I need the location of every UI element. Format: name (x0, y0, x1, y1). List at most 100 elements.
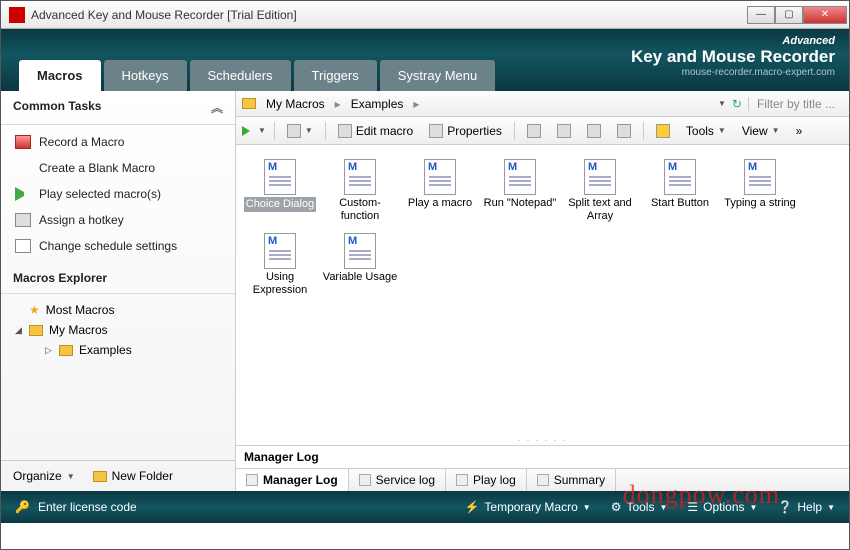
file-item[interactable]: Using Expression (240, 229, 320, 301)
status-help-menu[interactable]: ❔Help▼ (777, 500, 835, 514)
sidebar-footer: Organize ▼ New Folder (1, 460, 235, 491)
temporary-macro-menu[interactable]: ⚡Temporary Macro▼ (464, 500, 590, 514)
play-dropdown[interactable]: ▼ (258, 126, 266, 135)
tree-most-macros[interactable]: ★Most Macros (1, 300, 235, 320)
tree-my-macros[interactable]: ◢My Macros (1, 320, 235, 340)
gear-icon: ⚙ (611, 500, 622, 514)
file-grid: Choice Dialog Custom-function Play a mac… (236, 145, 849, 431)
tab-schedulers[interactable]: Schedulers (190, 60, 291, 91)
macro-file-icon (664, 159, 696, 195)
breadcrumb-dropdown[interactable]: ▼ (718, 99, 726, 108)
tb-icon-3[interactable] (583, 122, 605, 140)
caret-right-icon: ▷ (45, 345, 53, 356)
brand-line2: Key and Mouse Recorder (631, 47, 835, 67)
log-tabs: Manager Log Service log Play log Summary (236, 468, 849, 491)
log-icon (246, 474, 258, 486)
minimize-button[interactable]: — (747, 6, 775, 24)
task-hotkey[interactable]: Assign a hotkey (1, 207, 235, 233)
breadcrumb-root[interactable]: My Macros (260, 95, 331, 113)
content-toolbar: ▼ ▼ Edit macro Properties Tools ▼ View ▼… (236, 117, 849, 145)
edit-macro-button[interactable]: Edit macro (334, 122, 417, 140)
tab-hotkeys[interactable]: Hotkeys (104, 60, 187, 91)
macros-tree: ★Most Macros ◢My Macros ▷Examples (1, 294, 235, 460)
chevron-right-icon: ▸ (413, 97, 419, 111)
enter-license-button[interactable]: 🔑 Enter license code (15, 500, 137, 514)
file-item[interactable]: Play a macro (400, 155, 480, 227)
maximize-button[interactable]: ▢ (775, 6, 803, 24)
log-header: Manager Log (236, 446, 849, 468)
file-item[interactable]: Custom-function (320, 155, 400, 227)
caret-down-icon: ◢ (15, 325, 23, 336)
file-item[interactable]: Start Button (640, 155, 720, 227)
task-schedule[interactable]: Change schedule settings (1, 233, 235, 259)
new-macro-button[interactable]: ▼ (283, 122, 317, 140)
macro-file-icon (264, 159, 296, 195)
log-panel: Manager Log Manager Log Service log Play… (236, 445, 849, 491)
file-item[interactable]: Split text and Array (560, 155, 640, 227)
new-folder-button[interactable]: New Folder (93, 469, 173, 483)
file-item[interactable]: Run "Notepad" (480, 155, 560, 227)
status-options-menu[interactable]: ☰Options▼ (687, 500, 757, 514)
titlebar: Advanced Key and Mouse Recorder [Trial E… (1, 1, 849, 29)
organize-button[interactable]: Organize ▼ (13, 469, 75, 483)
help-icon: ❔ (777, 500, 792, 514)
tb-icon-1[interactable] (523, 122, 545, 140)
tools-menu[interactable]: Tools ▼ (682, 122, 730, 140)
file-item[interactable]: Choice Dialog (240, 155, 320, 227)
sidebar: Common Tasks ︽ Record a Macro Create a B… (1, 91, 236, 491)
brand-line1: Advanced (631, 35, 835, 47)
log-tab-summary[interactable]: Summary (527, 469, 616, 491)
status-bar: 🔑 Enter license code ⚡Temporary Macro▼ ⚙… (1, 491, 849, 523)
tree-examples[interactable]: ▷Examples (1, 340, 235, 360)
properties-icon (429, 124, 443, 138)
properties-button[interactable]: Properties (425, 122, 506, 140)
window-buttons: — ▢ ✕ (747, 6, 847, 24)
file-item[interactable]: Variable Usage (320, 229, 400, 301)
macro-file-icon (264, 233, 296, 269)
macros-explorer-header[interactable]: Macros Explorer (1, 263, 235, 294)
brand-block: Advanced Key and Mouse Recorder mouse-re… (631, 35, 835, 78)
folder-icon (242, 98, 256, 109)
resize-handle[interactable]: . . . . . . (236, 431, 849, 445)
macro-file-icon (744, 159, 776, 195)
key-icon: 🔑 (15, 500, 30, 514)
play-button[interactable] (242, 126, 250, 136)
log-tab-manager[interactable]: Manager Log (236, 469, 349, 491)
filter-input[interactable]: Filter by title ... (748, 97, 843, 111)
star-icon: ★ (29, 303, 40, 317)
collapse-icon: ︽ (211, 99, 223, 116)
status-tools-menu[interactable]: ⚙Tools▼ (611, 500, 668, 514)
brand-url: mouse-recorder.macro-expert.com (631, 67, 835, 78)
folder-icon (29, 325, 43, 336)
breadcrumb-child[interactable]: Examples (345, 95, 410, 113)
tab-systray[interactable]: Systray Menu (380, 60, 495, 91)
common-tasks-header[interactable]: Common Tasks ︽ (1, 91, 235, 125)
log-tab-service[interactable]: Service log (349, 469, 446, 491)
document-icon (287, 124, 301, 138)
close-button[interactable]: ✕ (803, 6, 847, 24)
task-play[interactable]: Play selected macro(s) (1, 181, 235, 207)
options-icon: ☰ (687, 500, 698, 514)
macro-file-icon (424, 159, 456, 195)
log-icon (537, 474, 549, 486)
log-tab-play[interactable]: Play log (446, 469, 527, 491)
tb-icon-4[interactable] (613, 122, 635, 140)
edit-icon (338, 124, 352, 138)
view-menu[interactable]: View ▼ (738, 122, 784, 140)
tab-macros[interactable]: Macros (19, 60, 101, 91)
refresh-icon[interactable]: ↻ (732, 97, 742, 111)
tb-icon-2[interactable] (553, 122, 575, 140)
file-item[interactable]: Typing a string (720, 155, 800, 227)
task-record[interactable]: Record a Macro (1, 129, 235, 155)
tab-triggers[interactable]: Triggers (294, 60, 377, 91)
lightning-icon: ⚡ (464, 500, 479, 514)
tb-icon-5[interactable] (652, 122, 674, 140)
app-icon (9, 7, 25, 23)
task-blank[interactable]: Create a Blank Macro (1, 155, 235, 181)
window-title: Advanced Key and Mouse Recorder [Trial E… (31, 8, 747, 22)
toolbar-overflow[interactable]: » (792, 122, 807, 140)
common-tasks-list: Record a Macro Create a Blank Macro Play… (1, 125, 235, 263)
content-area: My Macros ▸ Examples ▸ ▼ ↻ Filter by tit… (236, 91, 849, 491)
folder-icon (59, 345, 73, 356)
macro-file-icon (584, 159, 616, 195)
